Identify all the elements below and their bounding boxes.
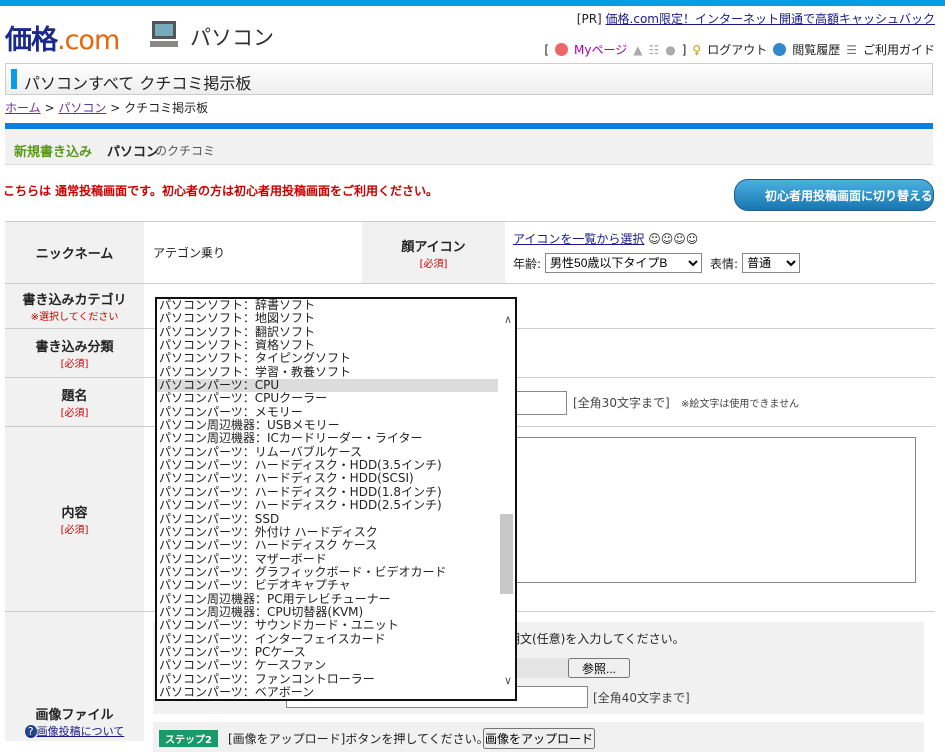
guide-link[interactable]: ご利用ガイド (863, 41, 935, 58)
category-option[interactable]: パソコンパーツ：ハードディスク・HDD(2.5インチ) (157, 498, 515, 512)
kakaku-logo[interactable]: 価格.com (5, 18, 120, 57)
page-title: パソコンすべて クチコミ掲示板 (24, 74, 252, 93)
switch-beginner-button[interactable]: 初心者用投稿画面に切り替える (734, 179, 934, 211)
category-option[interactable]: パソコンパーツ：ベアボーン (157, 685, 515, 699)
category-option[interactable]: パソコン周辺機器：ICカードリーダー・ライター (157, 432, 515, 445)
category-option[interactable]: パソコンパーツ：ビデオキャプチャ (157, 579, 515, 592)
file-path-field[interactable] (508, 658, 568, 678)
category-dropdown-list[interactable]: パソコンソフト：辞書ソフト パソコンソフト：地図ソフト パソコンソフト：翻訳ソフトパ… (155, 297, 517, 701)
category-option[interactable]: パソコンソフト：資格ソフト (157, 338, 515, 352)
scroll-up-icon[interactable]: ∧ (504, 313, 512, 326)
category-option[interactable]: パソコンソフト：学習・教養ソフト (157, 365, 515, 379)
nickname-row: ニックネーム アテゴン乗り 顔アイコン [必須] アイコンを一覧から選択 ☺☺☺☺… (5, 221, 935, 283)
guide-icon: ☰ (846, 42, 857, 57)
history-link[interactable]: 閲覧履歴 (792, 41, 840, 58)
pr-banner: [PR] 価格.com限定！インターネット開通で高額キャッシュバック (576, 12, 935, 26)
age-select[interactable]: 男性50歳以下タイプB (545, 253, 703, 273)
category-option[interactable]: パソコンパーツ：CPUクーラー (157, 392, 515, 405)
category-option[interactable]: パソコン周辺機器：PC用テレビチューナー (157, 592, 515, 606)
category-option[interactable]: パソコンパーツ：マザーボード (157, 552, 515, 566)
category-option[interactable]: パソコンパーツ：ファンコントローラー (157, 672, 515, 686)
category-option[interactable]: パソコンソフト：タイピングソフト (157, 352, 515, 365)
image-help-link[interactable]: ? 画像投稿について (24, 723, 124, 739)
face-icons: ☺☺☺☺ (648, 232, 699, 246)
scroll-down-icon[interactable]: ∨ (504, 674, 512, 687)
category-option[interactable]: パソコンソフト：地図ソフト (157, 312, 515, 325)
clock-icon (773, 43, 787, 56)
logout-link[interactable]: ログアウト (707, 41, 767, 58)
category-option[interactable]: パソコンパーツ：ハードディスク・HDD(SCSI) (157, 472, 515, 485)
expression-select[interactable]: 普通 (742, 253, 801, 273)
alert-icon[interactable]: ▲ (633, 43, 642, 57)
breadcrumb-home[interactable]: ホーム (5, 101, 41, 115)
category-option[interactable]: パソコンパーツ：ケースファン (157, 659, 515, 672)
section-name: パソコン (190, 26, 274, 50)
category-option[interactable]: パソコンパーツ：サウンドカード・ユニット (157, 619, 515, 632)
breadcrumb-pc[interactable]: パソコン (58, 101, 106, 115)
category-option[interactable]: パソコンパーツ：CPU (157, 378, 515, 393)
icon-select-link[interactable]: アイコンを一覧から選択 (513, 232, 644, 246)
category-option[interactable]: パソコンパーツ：SSD (157, 512, 515, 526)
notice-text: こちらは 通常投稿画面です。初心者の方は初心者用投稿画面をご利用ください。 (3, 184, 438, 198)
chat-icon[interactable]: ● (665, 43, 675, 57)
computer-icon (150, 21, 178, 47)
category-option[interactable]: パソコンソフト：辞書ソフト (157, 299, 515, 312)
category-option[interactable]: パソコンパーツ：ハードディスク ケース (157, 539, 515, 552)
step2-panel: ステップ2 [画像をアップロード]ボタンを押してください。 画像をアップロード (153, 722, 924, 752)
category-option[interactable]: パソコンパーツ：インターフェイスカード (157, 632, 515, 646)
mypage-icon (555, 43, 568, 56)
list-icon[interactable]: ☷ (648, 43, 659, 57)
mypage-link[interactable]: Myページ (574, 41, 627, 58)
breadcrumb: ホーム > パソコン > クチコミ掲示板 (5, 101, 209, 115)
utility-nav: [ Myページ ▲ ☷ ● ] ♀ ログアウト 閲覧履歴 ☰ ご利用ガイド (544, 41, 935, 58)
browse-button[interactable]: 参照... (568, 658, 630, 678)
form-header: 新規書き込み パソコン のクチコミ (5, 123, 933, 165)
category-option[interactable]: パソコンパーツ：PCケース (157, 645, 515, 659)
dropdown-scrollbar[interactable]: ∧ ∨ (498, 299, 515, 699)
key-icon: ♀ (692, 42, 702, 57)
nickname-value: アテゴン乗り (153, 246, 226, 260)
pr-link[interactable]: 価格.com限定！インターネット開通で高額キャッシュバック (606, 12, 935, 26)
top-accent-bar (0, 0, 945, 6)
page-title-bar: パソコンすべて クチコミ掲示板 (5, 63, 933, 95)
category-option[interactable]: パソコン周辺機器：CPU切替器(KVM) (157, 605, 515, 619)
